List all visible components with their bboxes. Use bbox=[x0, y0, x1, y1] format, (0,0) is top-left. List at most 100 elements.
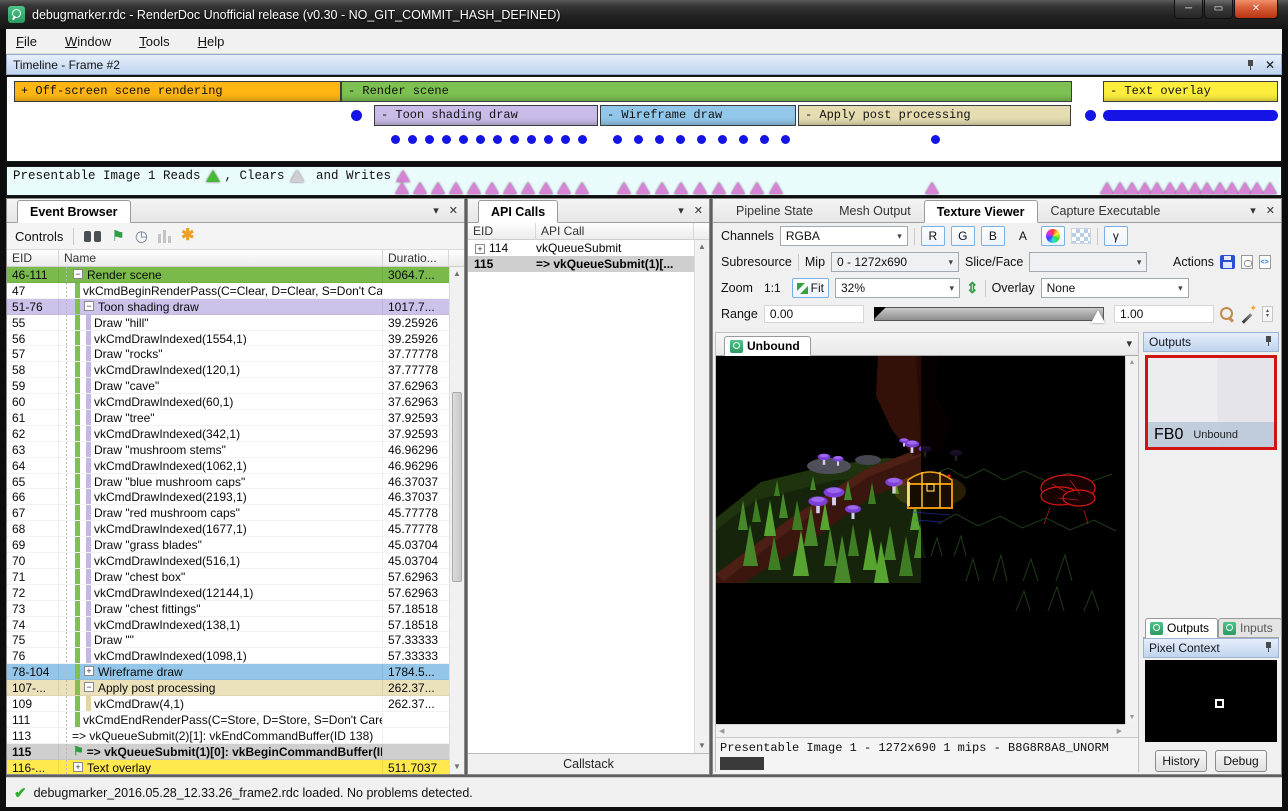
tab-capture-executable[interactable]: Capture Executable bbox=[1038, 199, 1174, 222]
timeline-resource-strip[interactable]: Presentable Image 1 Reads, Clears and Wr… bbox=[6, 166, 1282, 196]
column-api-call[interactable]: API Call bbox=[536, 223, 694, 239]
texture-list-chevron-icon[interactable]: ▾ bbox=[1126, 337, 1132, 350]
expand-icon[interactable]: + bbox=[84, 666, 94, 676]
timeline-marker-bar[interactable]: - Render scene bbox=[341, 81, 1072, 102]
chevron-down-icon[interactable]: ▾ bbox=[1250, 204, 1256, 217]
texture-display[interactable] bbox=[716, 356, 1126, 724]
zoom-combo[interactable]: 32%▾ bbox=[835, 278, 960, 298]
collapse-icon[interactable]: − bbox=[84, 682, 94, 692]
fb0-thumbnail[interactable]: FB0 Unbound bbox=[1145, 355, 1277, 450]
open-texture-list-icon[interactable] bbox=[1241, 255, 1253, 269]
column-eid[interactable]: EID bbox=[7, 250, 59, 266]
statistics-icon[interactable] bbox=[158, 230, 171, 243]
pixel-context-view[interactable] bbox=[1145, 660, 1277, 742]
range-collapse-button[interactable]: ▴▾ bbox=[1262, 306, 1273, 322]
autofit-range-icon[interactable] bbox=[1241, 307, 1256, 322]
event-row[interactable]: 73Draw "chest fittings"57.18518 bbox=[7, 601, 449, 617]
callstack-section[interactable]: Callstack bbox=[468, 753, 709, 774]
scroll-up-icon[interactable]: ▲ bbox=[695, 240, 709, 254]
flip-y-icon[interactable]: ⇕ bbox=[966, 279, 979, 297]
menu-item-tools[interactable]: Tools bbox=[139, 34, 169, 49]
color-wheel-button[interactable] bbox=[1041, 226, 1065, 246]
title-bar[interactable]: debugmarker.rdc - RenderDoc Unofficial r… bbox=[0, 0, 1288, 29]
scroll-left-icon[interactable]: ◀ bbox=[719, 727, 724, 735]
pin-icon[interactable] bbox=[1264, 335, 1273, 346]
scroll-up-icon[interactable]: ▲ bbox=[1126, 356, 1138, 366]
green-channel-button[interactable]: G bbox=[951, 226, 975, 246]
event-row[interactable]: 65Draw "blue mushroom caps"46.37037 bbox=[7, 474, 449, 490]
scrollbar-thumb[interactable] bbox=[452, 392, 462, 582]
checkerboard-background-icon[interactable] bbox=[1071, 228, 1091, 244]
event-row[interactable]: 78-104+Wireframe draw1784.5... bbox=[7, 664, 449, 680]
close-button[interactable]: ✕ bbox=[1234, 0, 1278, 19]
tab-unbound-texture[interactable]: Unbound bbox=[724, 336, 811, 356]
event-row[interactable]: 59Draw "cave"37.62963 bbox=[7, 378, 449, 394]
event-row[interactable]: 74vkCmdDrawIndexed(138,1)57.18518 bbox=[7, 617, 449, 633]
event-row[interactable]: 51-76−Toon shading draw1017.7... bbox=[7, 299, 449, 315]
menu-item-window[interactable]: Window bbox=[65, 34, 111, 49]
event-row[interactable]: 47vkCmdBeginRenderPass(C=Clear, D=Clear,… bbox=[7, 283, 449, 299]
event-row[interactable]: 66vkCmdDrawIndexed(2193,1)46.37037 bbox=[7, 489, 449, 505]
menu-item-help[interactable]: Help bbox=[198, 34, 225, 49]
pin-icon[interactable] bbox=[1264, 641, 1273, 652]
debug-button[interactable]: Debug bbox=[1215, 750, 1267, 772]
fit-button[interactable]: Fit bbox=[792, 278, 829, 298]
bookmark-icon[interactable]: ✱ bbox=[181, 228, 194, 244]
chevron-down-icon[interactable]: ▾ bbox=[678, 204, 684, 217]
scroll-up-icon[interactable]: ▲ bbox=[450, 267, 464, 281]
blue-channel-button[interactable]: B bbox=[981, 226, 1005, 246]
timeline-marker-bar[interactable]: + Off-screen scene rendering bbox=[14, 81, 341, 102]
red-channel-button[interactable]: R bbox=[921, 226, 945, 246]
expand-icon[interactable]: + bbox=[475, 244, 485, 254]
tab-api-calls[interactable]: API Calls bbox=[478, 200, 558, 223]
timeline-marker-bar[interactable]: - Wireframe draw bbox=[600, 105, 796, 126]
tab-event-browser[interactable]: Event Browser bbox=[17, 200, 131, 223]
event-row[interactable]: 111vkCmdEndRenderPass(C=Store, D=Store, … bbox=[7, 712, 449, 728]
timeline-marker-bar[interactable]: - Toon shading draw bbox=[374, 105, 598, 126]
tab-outputs[interactable]: Outputs bbox=[1145, 618, 1218, 638]
outputs-header[interactable]: Outputs bbox=[1143, 332, 1279, 352]
event-row[interactable]: 70vkCmdDrawIndexed(516,1)45.03704 bbox=[7, 553, 449, 569]
texture-vertical-scrollbar[interactable]: ▲ ▼ bbox=[1125, 356, 1138, 724]
event-browser-scrollbar[interactable]: ▲ ▼ bbox=[449, 267, 464, 774]
channels-combo[interactable]: RGBA▾ bbox=[780, 226, 908, 246]
close-icon[interactable]: ✕ bbox=[1265, 58, 1275, 72]
event-row[interactable]: 56vkCmdDrawIndexed(1554,1)39.25926 bbox=[7, 331, 449, 347]
event-row[interactable]: 113=> vkQueueSubmit(2)[1]: vkEndCommandB… bbox=[7, 728, 449, 744]
tab-mesh-output[interactable]: Mesh Output bbox=[826, 199, 924, 222]
pixel-context-header[interactable]: Pixel Context bbox=[1143, 638, 1279, 658]
event-row[interactable]: 71Draw "chest box"57.62963 bbox=[7, 569, 449, 585]
custom-shader-icon[interactable] bbox=[1259, 255, 1271, 269]
close-icon[interactable]: ✕ bbox=[449, 204, 458, 217]
zoom-range-icon[interactable] bbox=[1220, 307, 1235, 322]
timeline-panel-header[interactable]: Timeline - Frame #2 ✕ bbox=[6, 54, 1282, 75]
tab-inputs[interactable]: Inputs bbox=[1218, 618, 1282, 637]
event-row[interactable]: 116-...+Text overlay511.7037 bbox=[7, 760, 449, 774]
overlay-combo[interactable]: None▾ bbox=[1041, 278, 1189, 298]
timeline-body[interactable]: + Off-screen scene rendering- Render sce… bbox=[6, 76, 1282, 162]
event-row[interactable]: 68vkCmdDrawIndexed(1677,1)45.77778 bbox=[7, 521, 449, 537]
event-row[interactable]: 67Draw "red mushroom caps"45.77778 bbox=[7, 505, 449, 521]
collapse-icon[interactable]: − bbox=[84, 301, 94, 311]
expand-icon[interactable]: + bbox=[73, 762, 83, 772]
event-row[interactable]: 63Draw "mushroom stems"46.96296 bbox=[7, 442, 449, 458]
event-row[interactable]: 75Draw ""57.33333 bbox=[7, 632, 449, 648]
collapse-icon[interactable]: − bbox=[73, 269, 83, 279]
event-row[interactable]: 62vkCmdDrawIndexed(342,1)37.92593 bbox=[7, 426, 449, 442]
timeline-marker-bar[interactable]: - Apply post processing bbox=[798, 105, 1071, 126]
timeline-marker-bar[interactable]: - Text overlay bbox=[1103, 81, 1278, 102]
event-row[interactable]: 60vkCmdDrawIndexed(60,1)37.62963 bbox=[7, 394, 449, 410]
mip-combo[interactable]: 0 - 1272x690▾ bbox=[831, 252, 959, 272]
scroll-down-icon[interactable]: ▼ bbox=[450, 760, 464, 774]
find-event-icon[interactable] bbox=[84, 231, 101, 242]
minimize-button[interactable]: ─ bbox=[1174, 0, 1203, 19]
history-button[interactable]: History bbox=[1155, 750, 1207, 772]
jump-to-eid-icon[interactable]: ⚑ bbox=[111, 229, 124, 244]
close-icon[interactable]: ✕ bbox=[1266, 204, 1275, 217]
event-row[interactable]: 115⚑=> vkQueueSubmit(1)[0]: vkBeginComma… bbox=[7, 744, 449, 760]
range-max-field[interactable]: 1.00 bbox=[1114, 305, 1214, 323]
column-duration[interactable]: Duratio... bbox=[383, 250, 449, 266]
event-row[interactable]: 46-111−Render scene3064.7... bbox=[7, 267, 449, 283]
event-row[interactable]: 55Draw "hill"39.25926 bbox=[7, 315, 449, 331]
range-white-point-handle[interactable] bbox=[1091, 310, 1105, 323]
